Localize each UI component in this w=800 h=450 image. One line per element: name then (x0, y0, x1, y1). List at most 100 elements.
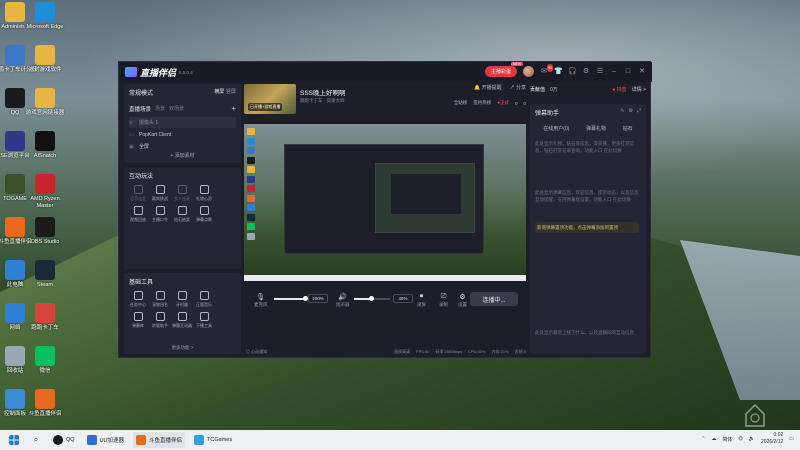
tool-item[interactable]: 弹幕库 (127, 310, 149, 331)
desktop-icon[interactable]: AISnatch (23, 131, 67, 160)
mic-control[interactable]: 🎙 麦克风 (254, 293, 268, 308)
go-live-button[interactable]: 连播中... (470, 292, 518, 306)
desktop-icon[interactable]: 斗鱼直播伴侣 (23, 389, 67, 418)
tool-item[interactable]: 弹幕点歌 (193, 204, 215, 225)
volume-icon[interactable]: 🔈 (749, 436, 755, 442)
details-button[interactable]: 详情 > (632, 86, 646, 93)
live-reminder-button[interactable]: 🔔 开播提醒 (474, 84, 502, 91)
desktop-icon[interactable]: AMD Ryzen Master (23, 174, 67, 210)
record-control[interactable]: ⎚ 录制 (439, 293, 448, 308)
maximize-icon[interactable]: □ (624, 68, 632, 76)
douyu-icon (5, 217, 25, 237)
desktop-icon[interactable]: 游戏官网链接器 (23, 88, 67, 117)
taskbar-search[interactable]: ⌕ (28, 432, 44, 448)
edit-icon[interactable]: ✎ (620, 108, 624, 114)
speaker-slider[interactable] (354, 296, 390, 301)
pin-feature-tip[interactable]: 新增弹幕置顶功能，点击弹幕添加到置顶 (535, 222, 639, 233)
mic-slider[interactable] (274, 296, 308, 301)
ad-button[interactable]: 主播彩蛋 NEW (484, 62, 523, 77)
scene-tab-2[interactable]: 双场景 (169, 105, 184, 112)
mode-switch-landscape[interactable]: 横屏 (214, 89, 224, 95)
avatar[interactable] (523, 66, 534, 77)
mail-icon[interactable]: ✉ 99 (540, 63, 553, 76)
tray-expand-icon[interactable]: ⌃ (701, 436, 705, 442)
more-tools-link[interactable]: 更多功能 > (124, 345, 241, 351)
minimize-icon[interactable]: – (610, 68, 618, 76)
speaker-percent: 46% (393, 294, 413, 303)
taskbar-item-douyu[interactable]: 斗鱼直播伴侣 (133, 432, 186, 448)
speaker-control[interactable]: 🔊 扬声器 (336, 293, 350, 308)
settings-control[interactable]: ⚙ 设置 (458, 293, 467, 308)
taskbar-item-qq[interactable]: QQ (50, 432, 78, 448)
mode-title[interactable]: 常规模式 (129, 88, 153, 97)
record-screen-control[interactable]: ⏺ 录屏 (417, 293, 426, 308)
rank-all[interactable]: 全站榜 (454, 100, 468, 106)
mode-switch-portrait[interactable]: 竖屏 (226, 89, 236, 95)
tool-label: 下播工具 (196, 323, 212, 328)
tool-item[interactable]: 语音连麦 (127, 183, 149, 204)
settings-icon[interactable]: ⚙ (582, 68, 590, 76)
desktop-icon[interactable]: Microsoft Edge (23, 2, 67, 31)
taskbar-item-uu[interactable]: UU加速器 (84, 432, 127, 448)
tool-item[interactable]: 多人连麦 (171, 183, 193, 204)
clock[interactable]: 0:02 2026/2/12 (761, 432, 783, 446)
add-scene-icon[interactable]: + (231, 104, 236, 113)
platform-button[interactable]: ● 抖音 (612, 86, 626, 93)
tool-item[interactable]: 正版音乐 (193, 289, 215, 310)
contribution-tab[interactable]: 贡献值 (530, 86, 545, 93)
tab-diamond[interactable]: 钻石 (623, 125, 633, 132)
tab-online-users[interactable]: 在线用户(0) (543, 125, 569, 132)
tool-item[interactable]: 下播工具 (193, 310, 215, 331)
rank-signed[interactable]: 签约热榜 (473, 100, 491, 106)
room-category[interactable]: 跑跑卡丁车 · 竞速大师 (300, 98, 345, 104)
live-preview[interactable] (244, 124, 526, 281)
add-material-button[interactable]: + 添加素材 (124, 152, 241, 159)
source-item-popkart[interactable]: ▭ PopKart Client (129, 129, 236, 140)
tool-item[interactable]: 视频回放 (127, 204, 149, 225)
tool-item[interactable]: 嘉宾挑战 (149, 183, 171, 204)
shirt-icon[interactable]: 👕 (554, 68, 563, 76)
start-button[interactable] (6, 432, 22, 448)
tool-item (215, 183, 237, 204)
language-indicator[interactable]: 简体 (722, 436, 732, 443)
status-notify[interactable]: ◎ 心动通知 (246, 349, 267, 355)
network-icon[interactable]: ⌬ (738, 436, 742, 442)
desktop-icon-label: Microsoft Edge (26, 24, 64, 30)
eye-off-icon[interactable]: ⊘ (129, 120, 135, 126)
tool-item[interactable]: 计时器 (171, 289, 193, 310)
desktop-icon[interactable]: 冰封游戏软件 (23, 45, 67, 74)
settings-icon[interactable]: ⚙ (629, 108, 633, 114)
tool-label: 任务中心 (130, 302, 146, 307)
source-item-fullscreen[interactable]: ▣ 全屏 (129, 141, 236, 152)
status-metric: 丢帧:0 (514, 349, 526, 354)
taskbar-item-tcgames[interactable]: TCGames (191, 432, 235, 448)
bell-icon: 🔔 (473, 85, 481, 91)
titlebar-controls: 主播彩蛋 NEW ✉ 99 👕 🎧 ⚙ ☰ – □ ✕ (484, 62, 646, 77)
share-button[interactable]: ↗ 分享 (510, 84, 526, 91)
tool-item[interactable]: 主播口令 (149, 204, 171, 225)
tray-app-icon[interactable]: ☁ (711, 436, 716, 442)
desktop-icon[interactable]: Steam (23, 260, 67, 289)
desktop-icon[interactable]: 跑跑卡丁车 (23, 303, 67, 332)
expand-icon[interactable]: ⤢ (637, 108, 641, 114)
tool-item[interactable]: 礼物心愿 (193, 183, 215, 204)
source-item-camera[interactable]: ⊘ 摄像头 1 (129, 117, 236, 128)
close-icon[interactable]: ✕ (638, 68, 646, 76)
scene-tab-1[interactable]: 场景 (155, 105, 165, 112)
tab-danmaku-gift[interactable]: 弹幕礼物 (586, 125, 606, 132)
tool-item[interactable]: 宠物冠名 (149, 289, 171, 310)
tool-item[interactable]: 任务中心 (127, 289, 149, 310)
room-title[interactable]: SSS晚上好啊啊 (300, 87, 346, 97)
tool-item[interactable]: 钻石抽奖 (171, 204, 193, 225)
desktop-icon[interactable]: 微信 (23, 346, 67, 375)
room-cover[interactable]: 已开播+游戏直播 (244, 84, 296, 114)
tool-item[interactable]: 弹幕互动器 (171, 310, 193, 331)
scene-tab-active[interactable]: 直播场景 (129, 105, 151, 113)
desktop-icon[interactable]: OBS Studio (23, 217, 67, 246)
menu-icon[interactable]: ☰ (596, 68, 604, 76)
main-area: 已开播+游戏直播 SSS晚上好啊啊 跑跑卡丁车 · 竞速大师 🔔 开播提醒 ↗ … (244, 82, 526, 359)
notification-icon[interactable]: ▭ (789, 436, 794, 442)
headset-icon[interactable]: 🎧 (568, 68, 577, 76)
folder-icon (35, 88, 55, 108)
tool-item[interactable]: 房管助手 (149, 310, 171, 331)
